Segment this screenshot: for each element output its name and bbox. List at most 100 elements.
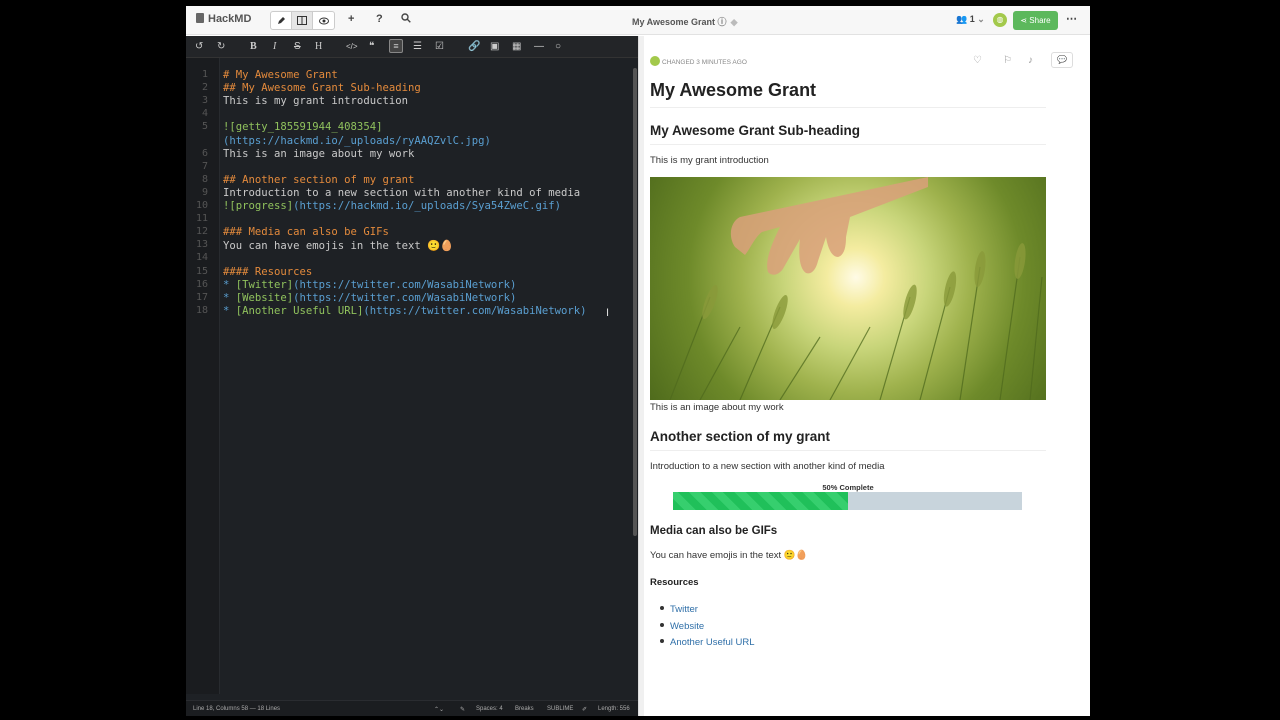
- code-line[interactable]: Introduction to a new section with anoth…: [223, 187, 580, 199]
- progress-label: 50% Complete: [822, 483, 874, 492]
- search-icon[interactable]: [401, 13, 411, 26]
- image-caption: This is an image about my work: [650, 402, 784, 413]
- info-icon[interactable]: ⓘ: [718, 17, 727, 27]
- editor-scrollbar[interactable]: [633, 68, 637, 536]
- line-number: 15: [195, 265, 208, 277]
- resource-link[interactable]: Another Useful URL: [660, 637, 754, 654]
- resource-link-label: Website: [670, 620, 705, 632]
- code-token: (https://twitter.com/WasabiNetwork): [363, 304, 587, 317]
- document-icon: [196, 13, 204, 23]
- resource-link[interactable]: Website: [660, 621, 754, 638]
- comment-icon[interactable]: ○: [555, 41, 561, 52]
- code-line[interactable]: ## My Awesome Grant Sub-heading: [223, 82, 421, 94]
- code-token: This is an image about my work: [223, 147, 415, 160]
- tag-icon[interactable]: ◆: [731, 17, 738, 27]
- line-number-gutter: 1 2 3 4 5 6 7 8 9 10 11 12 13 14 15 16 17 18: [186, 58, 220, 694]
- text-cursor-icon: I: [606, 307, 610, 319]
- keymap-setting[interactable]: SUBLIME: [547, 706, 573, 712]
- code-token: *: [223, 304, 236, 317]
- horizontal-rule-icon[interactable]: —: [534, 41, 544, 52]
- undo-icon[interactable]: ↺: [195, 41, 203, 52]
- line-number: 13: [195, 239, 208, 251]
- last-changed: CHANGED 3 MINUTES AGO: [650, 56, 747, 66]
- image-icon[interactable]: ▣: [490, 41, 499, 52]
- more-menu-icon[interactable]: ⋯: [1066, 12, 1077, 25]
- user-avatar[interactable]: ◍: [993, 13, 1007, 27]
- comment-button[interactable]: 💬: [1051, 52, 1073, 68]
- code-token: ### Media can also be GIFs: [223, 226, 389, 239]
- code-line[interactable]: * [Another Useful URL](https://twitter.c…: [223, 305, 587, 317]
- pen-icon[interactable]: ✎: [460, 706, 465, 713]
- code-line[interactable]: * [Website](https://twitter.com/WasabiNe…: [223, 292, 516, 304]
- code-token: # My Awesome Grant: [223, 69, 338, 81]
- preview-intro: This is my grant introduction: [650, 155, 769, 166]
- speech-bubble-icon: 💬: [1057, 55, 1067, 64]
- line-number: 9: [201, 186, 208, 198]
- code-token: (https://hackmd.io/_uploads/Sya54ZweC.gi…: [293, 200, 562, 212]
- wheat-field-image: [650, 177, 1046, 400]
- new-note-icon[interactable]: +: [348, 13, 354, 25]
- redo-icon[interactable]: ↻: [217, 41, 225, 52]
- line-number: 5: [201, 121, 208, 133]
- breaks-setting[interactable]: Breaks: [515, 706, 534, 712]
- hackmd-window: HackMD + ? My Awesome Grant ⓘ ◆ 👥 1 ⌄ ◍ ⋖…: [186, 6, 1090, 716]
- top-navbar: HackMD + ? My Awesome Grant ⓘ ◆ 👥 1 ⌄ ◍ ⋖…: [186, 6, 1090, 35]
- code-line[interactable]: ![progress](https://hackmd.io/_uploads/S…: [223, 200, 561, 212]
- code-token: *: [223, 278, 236, 291]
- code-line[interactable]: ## Another section of my grant: [223, 174, 414, 186]
- preview-h2-section: Another section of my grant: [650, 429, 1046, 451]
- hackmd-logo[interactable]: HackMD: [196, 13, 251, 25]
- code-token: ## Another section of my grant: [223, 173, 415, 186]
- columns-icon: [297, 16, 307, 25]
- edit-mode-button[interactable]: [271, 12, 292, 29]
- code-line[interactable]: (https://hackmd.io/_uploads/ryAAQZvlC.jp…: [223, 135, 491, 147]
- share-button[interactable]: ⋖ Share: [1013, 11, 1058, 30]
- code-token: [Another Useful URL]: [235, 304, 364, 317]
- code-line[interactable]: #### Resources: [223, 266, 312, 278]
- preview-h3-gifs: Media can also be GIFs: [650, 525, 778, 537]
- bold-icon[interactable]: B: [250, 41, 257, 52]
- chevron-down-icon: ⌄: [977, 14, 985, 24]
- link-icon[interactable]: 🔗: [468, 41, 480, 52]
- bullet-list-icon[interactable]: ≡: [389, 39, 403, 53]
- users-icon: 👥: [956, 14, 968, 24]
- checkbox-icon[interactable]: ☑: [435, 41, 444, 52]
- numbered-list-icon[interactable]: ☰: [413, 41, 422, 52]
- view-mode-button[interactable]: [313, 12, 334, 29]
- code-token: [Twitter]: [235, 278, 294, 291]
- table-icon[interactable]: ▦: [512, 41, 521, 52]
- code-line[interactable]: * [Twitter](https://twitter.com/WasabiNe…: [223, 279, 516, 291]
- cursor-position: Line 18, Columns 58 — 18 Lines: [193, 706, 281, 712]
- preview-h2-subheading: My Awesome Grant Sub-heading: [650, 123, 1046, 145]
- line-number: 18: [195, 304, 208, 316]
- strikethrough-icon[interactable]: S: [294, 41, 301, 52]
- code-line[interactable]: You can have emojis in the text 🙂🥚: [223, 239, 453, 252]
- code-line[interactable]: ### Media can also be GIFs: [223, 226, 389, 238]
- split-mode-button[interactable]: [292, 12, 313, 29]
- code-line[interactable]: ![getty_185591944_408354]: [223, 121, 382, 133]
- heart-icon[interactable]: ♡: [973, 55, 982, 66]
- bookmark-icon[interactable]: ⚐: [1003, 55, 1012, 66]
- emoji-text: You can have emojis in the text 🙂🥚: [650, 550, 808, 561]
- resource-link[interactable]: Twitter: [660, 604, 754, 621]
- indent-setting[interactable]: Spaces: 4: [476, 706, 503, 712]
- online-users[interactable]: 👥 1 ⌄: [956, 14, 985, 25]
- wrench-icon[interactable]: ✐: [582, 706, 587, 713]
- quote-icon[interactable]: ❝: [369, 41, 374, 52]
- heading-icon[interactable]: H: [315, 41, 322, 52]
- help-icon[interactable]: ?: [376, 13, 383, 25]
- code-token: (https://twitter.com/WasabiNetwork): [293, 291, 517, 304]
- code-token: ## My Awesome Grant Sub-heading: [223, 82, 421, 95]
- code-line[interactable]: This is my grant introduction: [223, 95, 408, 107]
- code-line[interactable]: This is an image about my work: [223, 148, 414, 160]
- document-title[interactable]: My Awesome Grant ⓘ ◆: [632, 15, 737, 28]
- editor-toolbar: ↺ ↻ B I S H </> ❝ ≡ ☰ ☑ 🔗 ▣ ▦ — ○: [186, 36, 638, 58]
- bell-icon[interactable]: ♪: [1028, 55, 1033, 66]
- chevron-icon[interactable]: ⌃⌄: [434, 706, 444, 713]
- bullet-icon: [660, 622, 664, 627]
- pencil-icon: [277, 17, 285, 24]
- code-icon[interactable]: </>: [346, 42, 358, 51]
- italic-icon[interactable]: I: [273, 41, 276, 52]
- code-line[interactable]: # My Awesome Grant: [223, 69, 338, 81]
- code-token: Introduction to a new section with anoth…: [223, 186, 581, 199]
